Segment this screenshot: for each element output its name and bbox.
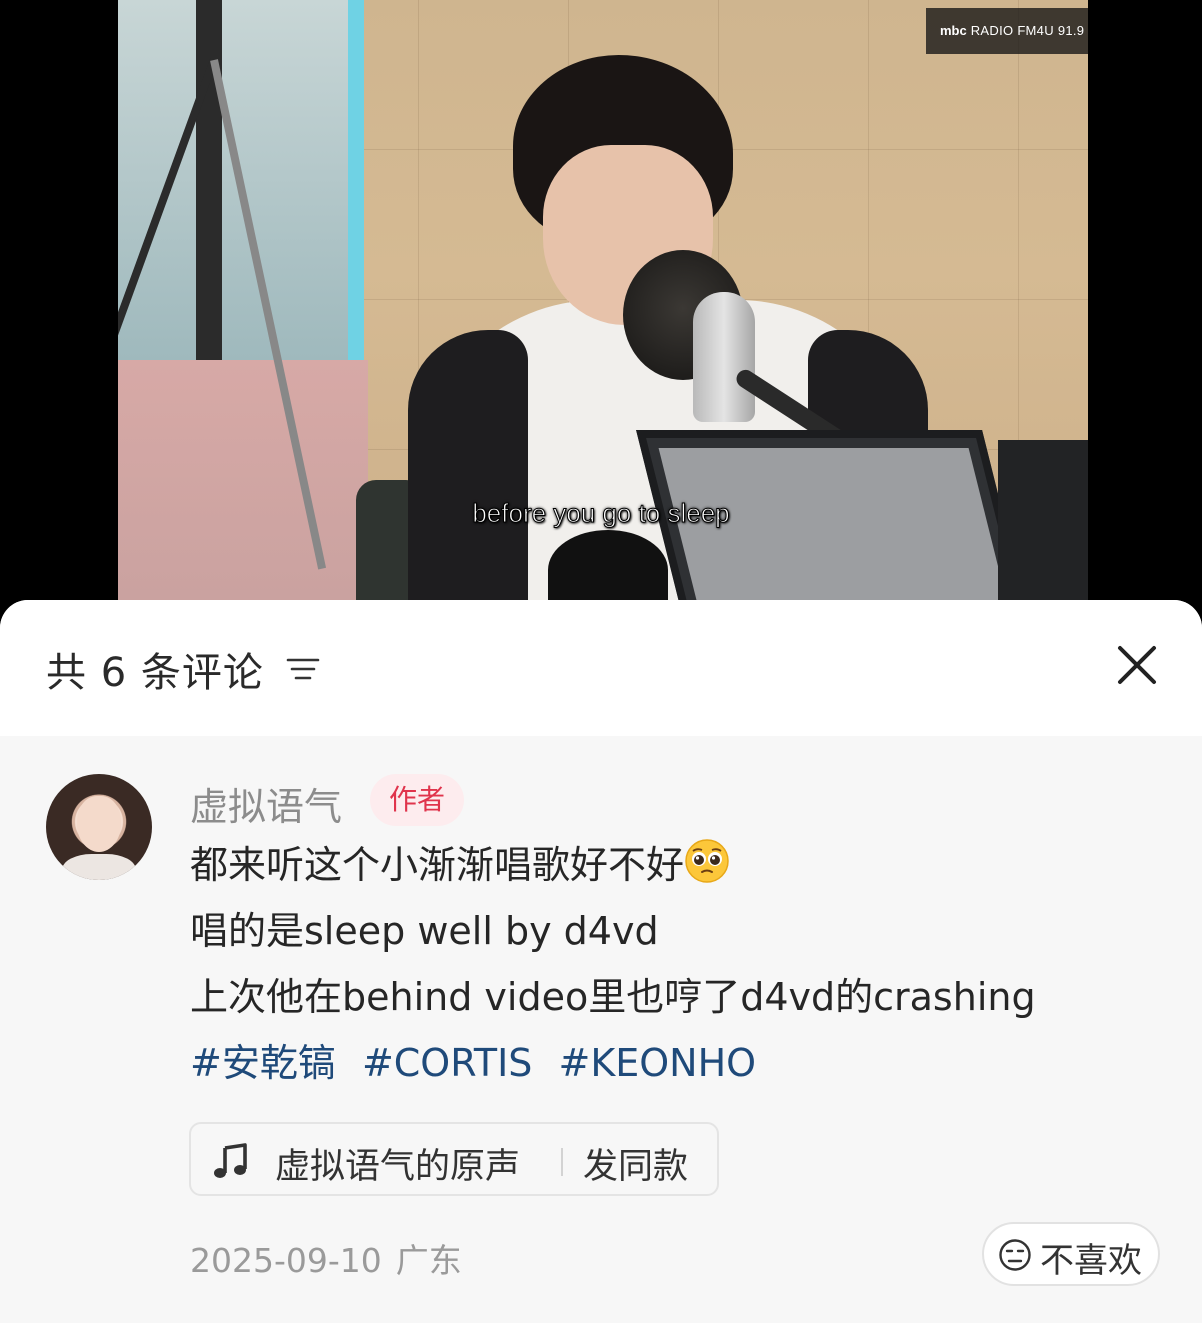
hashtag-link[interactable]: #KEONHO <box>559 1041 757 1085</box>
comment-date: 2025-09-10 <box>190 1241 382 1280</box>
tripod <box>196 0 222 360</box>
sort-lines-icon[interactable] <box>286 652 320 686</box>
comment-line: 唱的是sleep well by d4vd <box>190 909 659 953</box>
comment-location: 广东 <box>395 1241 462 1280</box>
comments-count-title: 共 6 条评论 <box>46 650 264 696</box>
author-name[interactable]: 虚拟语气 <box>190 776 342 831</box>
broadcast-watermark: mbc RADIO FM4U 91.9 <box>926 8 1088 54</box>
divider <box>561 1148 563 1176</box>
microphone <box>693 292 755 422</box>
close-icon[interactable] <box>1112 640 1162 690</box>
comments-header: 共 6 条评论 <box>0 600 1202 736</box>
comment-line: 都来听这个小渐渐唱歌好不好 <box>190 832 1150 898</box>
original-sound-label: 虚拟语气的原声 <box>275 1147 521 1187</box>
music-note-icon <box>214 1143 247 1178</box>
video-player[interactable]: mbc RADIO FM4U 91.9 before you go to slee… <box>0 0 1202 620</box>
comment-text: 都来听这个小渐渐唱歌好不好 唱的是sleep well by d4vd 上次他在… <box>190 832 1150 1096</box>
hashtag-link[interactable]: #CORTIS <box>362 1041 532 1085</box>
dislike-button[interactable]: 不喜欢 <box>982 1222 1160 1286</box>
hashtag-row: #安乾镐 #CORTIS #KEONHO <box>190 1030 1150 1096</box>
comment-item: 虚拟语气 作者 都来听这个小渐渐唱歌好不好 唱的是sleep well by d… <box>0 736 1202 1323</box>
comment-meta: 2025-09-10 广东 <box>190 1234 462 1282</box>
original-sound-chip[interactable]: 虚拟语气的原声 发同款 <box>189 1122 719 1196</box>
avatar[interactable] <box>46 774 152 880</box>
video-subtitle: before you go to sleep <box>472 498 730 529</box>
comment-line: 上次他在behind video里也哼了d4vd的crashing <box>190 975 1036 1019</box>
hashtag-link[interactable]: #安乾镐 <box>190 1041 336 1085</box>
pleading-face-emoji <box>685 839 729 883</box>
studio-panel <box>118 360 368 600</box>
unamused-face-icon <box>999 1239 1031 1271</box>
dislike-label: 不喜欢 <box>1040 1241 1142 1281</box>
author-badge: 作者 <box>370 774 464 826</box>
comments-sheet: 共 6 条评论 虚拟语气 作者 都来听这个小渐渐唱歌好不好 唱的是sleep w… <box>0 600 1202 1323</box>
use-same-sound-button[interactable]: 发同款 <box>583 1138 688 1189</box>
